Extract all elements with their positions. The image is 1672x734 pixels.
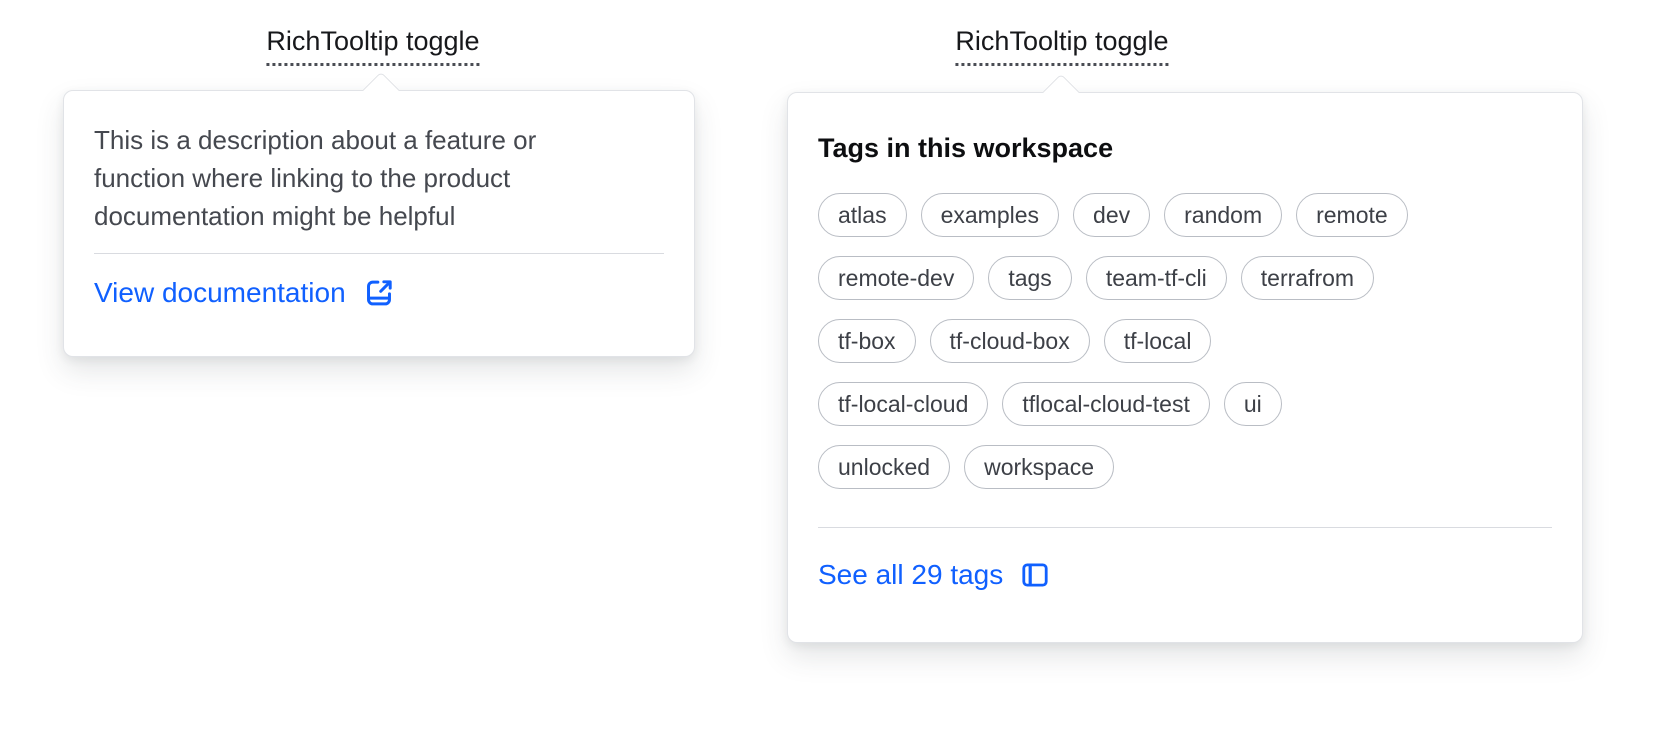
tag-row: unlocked workspace (818, 445, 1552, 489)
tag-pill: unlocked (818, 445, 951, 489)
tag-pill: tflocal-cloud-test (1002, 382, 1210, 426)
tag-pill: tf-local-cloud (818, 382, 989, 426)
tooltip-caret (362, 71, 400, 109)
description-line: function where linking to the product (94, 163, 511, 193)
tag-pill: remote-dev (818, 256, 975, 300)
tag-pill: terrafrom (1240, 256, 1375, 300)
tag-pill: tf-box (818, 319, 916, 363)
tooltip-caret (1042, 73, 1080, 111)
description-line: This is a description about a feature or (94, 125, 537, 155)
tag-pill: random (1164, 193, 1283, 237)
tag-pill: workspace (964, 445, 1115, 489)
tag-row: tf-local-cloud tflocal-cloud-test ui (818, 382, 1552, 426)
tag-pill: tags (988, 256, 1072, 300)
tag-row: atlas examples dev random remote (818, 193, 1552, 237)
view-documentation-link[interactable]: View documentation (94, 276, 396, 310)
rich-tooltip-documentation: This is a description about a feature or… (63, 71, 695, 357)
see-all-tags-link[interactable]: See all 29 tags (818, 558, 1051, 592)
tooltip-divider (818, 527, 1552, 528)
tags-heading: Tags in this workspace (818, 133, 1114, 163)
richtooltip-toggle-right[interactable]: RichTooltip toggle (955, 24, 1169, 66)
see-all-tags-label: See all 29 tags (818, 559, 1004, 590)
view-documentation-label: View documentation (94, 277, 346, 308)
tooltip-divider (94, 253, 664, 254)
tag-pill: tf-local (1103, 319, 1212, 363)
tag-pill: ui (1223, 382, 1282, 426)
rich-tooltip-tags: Tags in this workspace atlas examples dev r… (787, 73, 1583, 643)
tag-row: remote-dev tags team-tf-cli terrafrom (818, 256, 1552, 300)
tag-pill: examples (920, 193, 1060, 237)
tag-pill: tf-cloud-box (929, 319, 1090, 363)
tooltip-description: This is a description about a feature or… (94, 121, 664, 235)
tag-pill: atlas (818, 193, 907, 237)
description-line: documentation might be helpful (94, 201, 456, 231)
richtooltip-toggle-left[interactable]: RichTooltip toggle (266, 24, 480, 66)
tag-row: tf-box tf-cloud-box tf-local (818, 319, 1552, 363)
tag-pill: remote (1296, 193, 1408, 237)
docs-link-external-icon (362, 276, 396, 310)
tag-rows: atlas examples dev random remote remote-dev ta… (818, 193, 1552, 489)
sidebar-icon (1019, 559, 1051, 591)
tag-pill: team-tf-cli (1085, 256, 1227, 300)
tag-pill: dev (1073, 193, 1151, 237)
